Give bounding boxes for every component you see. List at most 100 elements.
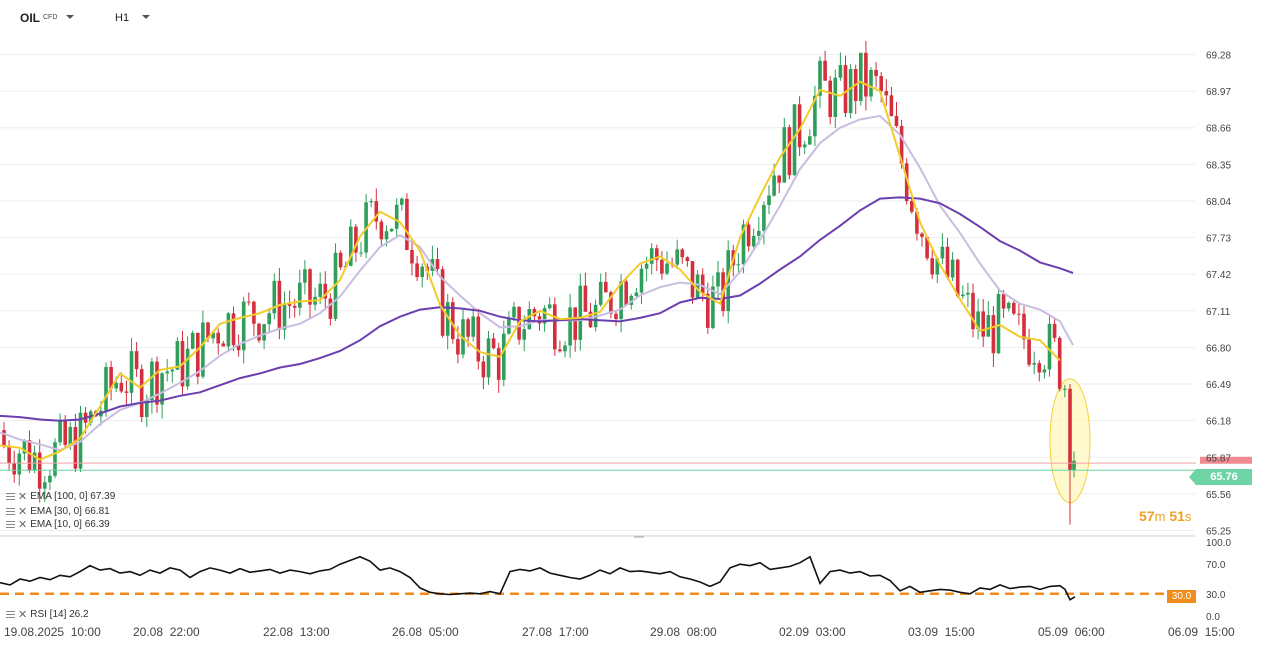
candle-body bbox=[190, 332, 195, 349]
countdown-minutes: 57 bbox=[1139, 508, 1155, 524]
candle-body bbox=[1006, 302, 1011, 309]
time-tick-label: 22.08 13:00 bbox=[263, 625, 330, 639]
candle-body bbox=[298, 282, 302, 308]
time-tick-label: 27.08 17:00 bbox=[522, 625, 589, 639]
candle-body bbox=[216, 332, 220, 344]
candle-body bbox=[527, 309, 532, 330]
candle-body bbox=[874, 69, 878, 77]
candle-body bbox=[262, 324, 266, 341]
candle-body bbox=[547, 304, 552, 309]
legend-rsi[interactable]: ✕ RSI [14] 26.2 bbox=[6, 608, 89, 621]
time-tick-label: 06.09 15:00 bbox=[1168, 625, 1235, 639]
candle-body bbox=[196, 332, 200, 377]
candle-body bbox=[675, 249, 679, 265]
close-icon[interactable]: ✕ bbox=[18, 490, 27, 503]
candle-body bbox=[665, 263, 669, 274]
price-chart[interactable]: 69.28 68.97 68.66 68.35 68.04 67.73 67.42 67.11… bbox=[0, 0, 1264, 647]
candle-body bbox=[996, 294, 1001, 354]
candle-body bbox=[1012, 302, 1016, 314]
candle-body bbox=[573, 307, 577, 340]
candle-body bbox=[165, 371, 169, 374]
candle-body bbox=[292, 305, 297, 308]
candle-body bbox=[17, 453, 22, 475]
drag-handle-icon[interactable] bbox=[6, 610, 15, 619]
candle-body bbox=[231, 313, 236, 346]
time-axis: 19.08.2025 10:00 20.08 22:00 22.08 13:00 26… bbox=[4, 625, 1235, 639]
candle-body bbox=[410, 249, 414, 264]
rsi-line bbox=[0, 555, 1076, 601]
candle-body bbox=[660, 259, 664, 274]
price-tick-label: 65.87 bbox=[1206, 453, 1231, 464]
candle-body bbox=[384, 231, 389, 240]
candle-body bbox=[394, 204, 399, 229]
time-tick-label: 03.09 15:00 bbox=[908, 625, 975, 639]
rsi-level-tag: 30.0 bbox=[1167, 590, 1196, 603]
candle-body bbox=[619, 281, 623, 320]
candle-body bbox=[757, 230, 761, 236]
candle-body bbox=[649, 248, 654, 264]
candle-body bbox=[73, 426, 78, 469]
candle-body bbox=[604, 281, 608, 293]
candle-body bbox=[736, 264, 741, 266]
candle-body bbox=[486, 338, 491, 378]
legend-ema100-label: EMA [100, 0] 67.39 bbox=[30, 491, 116, 502]
candle-body bbox=[114, 382, 118, 389]
candle-body bbox=[930, 258, 934, 275]
candle-body bbox=[920, 233, 924, 237]
legend-rsi-label: RSI [14] 26.2 bbox=[30, 609, 89, 620]
candle-body bbox=[1068, 388, 1072, 471]
candle-body bbox=[389, 228, 394, 232]
candle-body bbox=[767, 195, 771, 206]
candle-body bbox=[894, 116, 899, 127]
drag-handle-icon[interactable] bbox=[6, 520, 15, 529]
legend-ema100[interactable]: ✕ EMA [100, 0] 67.39 bbox=[6, 490, 115, 503]
legend-ema30[interactable]: ✕ EMA [30, 0] 66.81 bbox=[6, 505, 110, 518]
candle-body bbox=[695, 274, 700, 298]
time-tick-label: 02.09 03:00 bbox=[779, 625, 846, 639]
candle-body bbox=[1047, 323, 1052, 370]
candle-body bbox=[379, 221, 384, 240]
legend-ema10[interactable]: ✕ EMA [10, 0] 66.39 bbox=[6, 518, 110, 531]
candle-body bbox=[471, 316, 475, 337]
candle-body bbox=[690, 261, 695, 298]
candle-body bbox=[139, 369, 144, 417]
drag-handle-icon[interactable] bbox=[6, 492, 15, 501]
price-tick-label: 68.97 bbox=[1206, 87, 1231, 98]
candle-body bbox=[185, 348, 190, 387]
candle-body bbox=[466, 319, 470, 337]
candle-body bbox=[553, 304, 557, 350]
price-tick-label: 66.80 bbox=[1206, 343, 1231, 354]
close-icon[interactable]: ✕ bbox=[18, 505, 27, 518]
candle-body bbox=[226, 313, 231, 347]
rsi-tick-label: 100.0 bbox=[1206, 538, 1231, 549]
candle-body bbox=[308, 269, 312, 305]
candle-countdown: 57m 51s bbox=[1139, 508, 1191, 524]
candle-body bbox=[991, 315, 996, 354]
candle-body bbox=[971, 292, 975, 330]
price-tick-label: 68.04 bbox=[1206, 197, 1231, 208]
rsi-tick-label: 30.0 bbox=[1206, 590, 1226, 601]
candle-body bbox=[859, 52, 863, 101]
candle-body bbox=[170, 369, 175, 372]
candles bbox=[2, 41, 1076, 525]
candle-body bbox=[838, 65, 843, 78]
candle-body bbox=[104, 366, 108, 411]
candle-body bbox=[7, 446, 11, 464]
price-tick-label: 67.42 bbox=[1206, 270, 1231, 281]
candle-body bbox=[568, 307, 572, 346]
candle-body bbox=[1042, 369, 1047, 373]
candle-body bbox=[303, 269, 307, 283]
candle-body bbox=[435, 259, 440, 270]
close-icon[interactable]: ✕ bbox=[18, 608, 27, 621]
candle-body bbox=[481, 361, 486, 378]
drag-handle-icon[interactable] bbox=[6, 507, 15, 516]
candle-body bbox=[940, 246, 945, 259]
candle-body bbox=[624, 281, 628, 305]
candle-body bbox=[981, 311, 985, 337]
close-icon[interactable]: ✕ bbox=[18, 518, 27, 531]
candle-body bbox=[150, 361, 154, 401]
candle-body bbox=[772, 175, 776, 196]
candle-body bbox=[134, 351, 139, 370]
candle-body bbox=[405, 198, 409, 250]
grid-lines bbox=[0, 54, 1195, 538]
